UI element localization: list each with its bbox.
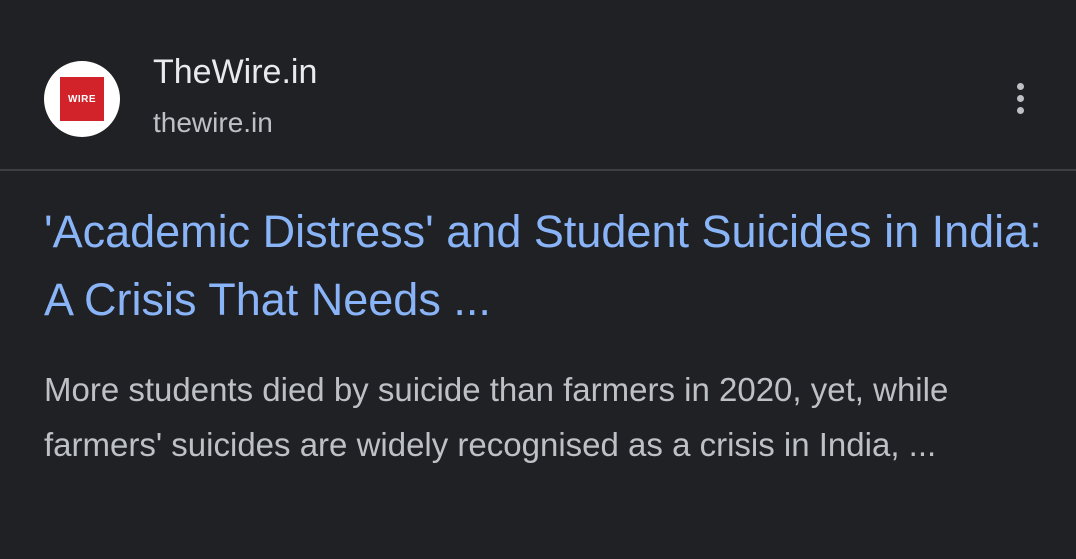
wire-logo-icon: WIRE — [60, 77, 104, 121]
search-result-card: WIRE TheWire.in thewire.in 'Academic Dis… — [0, 0, 1076, 559]
result-snippet: More students died by suicide than farme… — [44, 371, 949, 463]
more-options-button[interactable] — [1002, 76, 1038, 120]
more-vert-icon — [1016, 82, 1024, 90]
site-favicon: WIRE — [44, 61, 120, 137]
site-url: thewire.in — [153, 107, 273, 138]
result-title-link[interactable]: 'Academic Distress' and Student Suicides… — [44, 198, 1044, 334]
result-header[interactable]: WIRE TheWire.in thewire.in — [0, 0, 1076, 170]
more-vert-icon-dot — [1016, 94, 1024, 102]
more-vert-icon-dot — [1016, 106, 1024, 114]
divider — [0, 169, 1076, 171]
site-name: TheWire.in — [153, 53, 318, 91]
